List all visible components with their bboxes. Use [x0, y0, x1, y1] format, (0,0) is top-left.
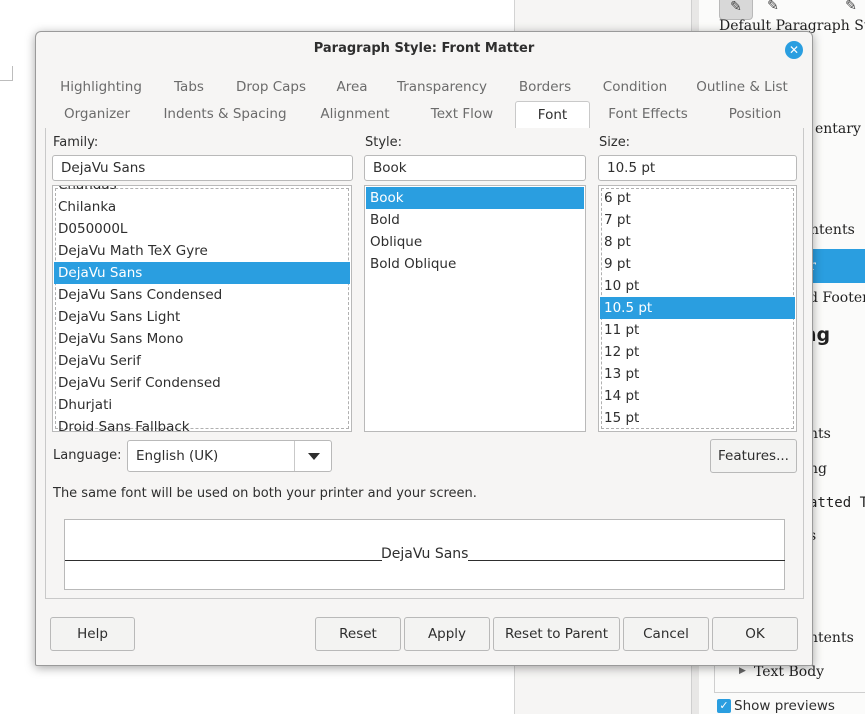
family-list-item[interactable]: DejaVu Math TeX Gyre	[54, 240, 350, 262]
dialog-title: Paragraph Style: Front Matter	[313, 41, 535, 56]
tab-outline-list[interactable]: Outline & List	[681, 74, 803, 101]
size-list-item[interactable]: 6 pt	[600, 187, 795, 209]
preview-text: DejaVu Sans	[381, 546, 469, 562]
size-list-item[interactable]: 15 pt	[600, 407, 795, 429]
family-list-item[interactable]: DejaVu Serif	[54, 350, 350, 372]
size-input[interactable]: 10.5 pt	[598, 155, 797, 181]
font-preview: DejaVu Sans	[64, 519, 785, 590]
sidebar-item[interactable]: ntents	[809, 630, 854, 646]
style-label: Style:	[365, 135, 403, 150]
family-list-item[interactable]: D050000L	[54, 218, 350, 240]
expand-arrow-icon[interactable]: ▶	[739, 666, 746, 676]
close-icon[interactable]: ✕	[785, 41, 803, 59]
family-list[interactable]: Chandas Chilanka D050000L DejaVu Math Te…	[52, 185, 352, 432]
size-list-item[interactable]: 8 pt	[600, 231, 795, 253]
tab-font-effects[interactable]: Font Effects	[589, 101, 707, 128]
chevron-down-icon[interactable]	[308, 453, 320, 460]
reset-to-parent-button[interactable]: Reset to Parent	[493, 617, 620, 651]
size-list-item[interactable]: 7 pt	[600, 209, 795, 231]
tab-transparency[interactable]: Transparency	[383, 74, 501, 101]
ok-button[interactable]: OK	[712, 617, 798, 651]
paragraph-style-dialog: Paragraph Style: Front Matter ✕ Highligh…	[35, 31, 813, 666]
tab-text-flow[interactable]: Text Flow	[409, 101, 515, 128]
family-input[interactable]: DejaVu Sans	[52, 155, 353, 181]
reset-button[interactable]: Reset	[315, 617, 401, 651]
family-list-item[interactable]: Chandas	[54, 186, 350, 196]
family-list-item[interactable]: Droid Sans Fallback	[54, 416, 350, 431]
size-list-item[interactable]: 12 pt	[600, 341, 795, 363]
style-list-item-selected[interactable]: Book	[366, 187, 584, 209]
cancel-button[interactable]: Cancel	[623, 617, 709, 651]
tab-alignment[interactable]: Alignment	[301, 101, 409, 128]
style-list[interactable]: Book Bold Oblique Bold Oblique	[364, 185, 586, 432]
tab-position[interactable]: Position	[707, 101, 803, 128]
family-list-item[interactable]: DejaVu Sans Mono	[54, 328, 350, 350]
apply-button[interactable]: Apply	[404, 617, 490, 651]
paragraph-styles-icon[interactable]: ✎	[719, 0, 753, 20]
family-list-item[interactable]: Chilanka	[54, 196, 350, 218]
style-list-item[interactable]: Oblique	[366, 231, 584, 253]
size-list[interactable]: 6 pt 7 pt 8 pt 9 pt 10 pt 10.5 pt 11 pt …	[598, 185, 797, 432]
sidebar-item[interactable]: ntents	[810, 222, 855, 238]
family-list-item[interactable]: DejaVu Sans Light	[54, 306, 350, 328]
tab-organizer[interactable]: Organizer	[45, 101, 149, 128]
family-list-item[interactable]: Dhurjati	[54, 394, 350, 416]
sidebar-item-text-body[interactable]: Text Body	[754, 664, 824, 680]
show-previews-checkbox[interactable]: ✓	[717, 699, 731, 713]
size-list-item[interactable]: 13 pt	[600, 363, 795, 385]
document-margin-mark	[0, 66, 13, 81]
tab-font[interactable]: Font	[515, 101, 590, 130]
size-list-item[interactable]: 10 pt	[600, 275, 795, 297]
size-list-item[interactable]: 14 pt	[600, 385, 795, 407]
tab-condition[interactable]: Condition	[589, 74, 681, 101]
show-previews-label: Show previews	[734, 698, 835, 714]
sidebar-item[interactable]: entary Clo	[815, 121, 865, 137]
tab-row-2: Organizer Indents & Spacing Alignment Te…	[45, 101, 803, 130]
style-input[interactable]: Book	[364, 155, 586, 181]
language-dropdown[interactable]: English (UK)	[127, 440, 332, 472]
family-label: Family:	[53, 135, 99, 150]
family-list-item[interactable]: DejaVu Serif Condensed	[54, 372, 350, 394]
size-list-item-selected[interactable]: 10.5 pt	[600, 297, 795, 319]
language-value: English (UK)	[136, 448, 219, 464]
size-list-item[interactable]: 9 pt	[600, 253, 795, 275]
list-styles-icon[interactable]: ✎	[835, 0, 865, 18]
tab-drop-caps[interactable]: Drop Caps	[221, 74, 321, 101]
family-list-item[interactable]: DejaVu Sans Condensed	[54, 284, 350, 306]
help-button[interactable]: Help	[50, 617, 135, 651]
font-info-text: The same font will be used on both your …	[53, 486, 477, 501]
font-tab-page: Family: DejaVu Sans Chandas Chilanka D05…	[45, 128, 804, 599]
sidebar-item[interactable]: atted T	[809, 495, 865, 511]
tab-highlighting[interactable]: Highlighting	[45, 74, 157, 101]
tab-borders[interactable]: Borders	[501, 74, 589, 101]
size-label: Size:	[599, 135, 631, 150]
style-list-item[interactable]: Bold Oblique	[366, 253, 584, 275]
features-button[interactable]: Features...	[710, 439, 797, 473]
tab-tabs[interactable]: Tabs	[157, 74, 221, 101]
language-label: Language:	[53, 448, 122, 463]
style-list-item[interactable]: Bold	[366, 209, 584, 231]
size-list-item[interactable]: 11 pt	[600, 319, 795, 341]
tab-area[interactable]: Area	[321, 74, 383, 101]
character-styles-icon[interactable]: ✎	[757, 0, 789, 18]
sidebar-item[interactable]: d Footer	[809, 290, 865, 306]
family-list-item-selected[interactable]: DejaVu Sans	[54, 262, 350, 284]
tab-indents-spacing[interactable]: Indents & Spacing	[149, 101, 301, 128]
